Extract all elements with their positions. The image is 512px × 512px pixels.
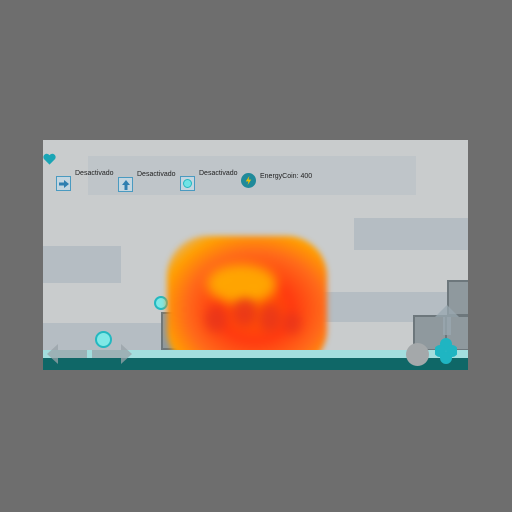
background-block [354, 218, 468, 250]
fire-blob [283, 312, 301, 334]
energy-coin-counter: EnergyCoin: 400 [241, 172, 312, 188]
fire-blob [233, 298, 257, 326]
powerup-status-label: Desactivado [137, 171, 176, 178]
game-viewport: Desactivado Desactivado Desactivado Ener… [43, 140, 468, 370]
action-circle-button[interactable] [406, 343, 429, 366]
powerup-status-label: Desactivado [199, 170, 238, 177]
powerup-status-label: Desactivado [75, 170, 114, 177]
dpad-button[interactable] [435, 338, 457, 364]
move-left-button[interactable] [47, 343, 87, 365]
energy-coin-label: EnergyCoin: 400 [260, 173, 313, 180]
jump-button[interactable] [435, 305, 459, 335]
energy-coin-icon [241, 173, 256, 188]
powerup-dash: Desactivado [56, 170, 114, 191]
energy-orb [154, 296, 168, 310]
heart-icon [43, 153, 56, 165]
arrow-right-icon [56, 176, 71, 191]
shield-icon [180, 176, 195, 191]
powerup-jump: Desactivado [118, 171, 176, 192]
fire-blob [205, 306, 227, 332]
fire-blob [259, 304, 281, 332]
move-right-button[interactable] [92, 343, 132, 365]
powerup-shield: Desactivado [180, 170, 238, 191]
arrow-up-icon [118, 177, 133, 192]
background-block [43, 246, 121, 283]
